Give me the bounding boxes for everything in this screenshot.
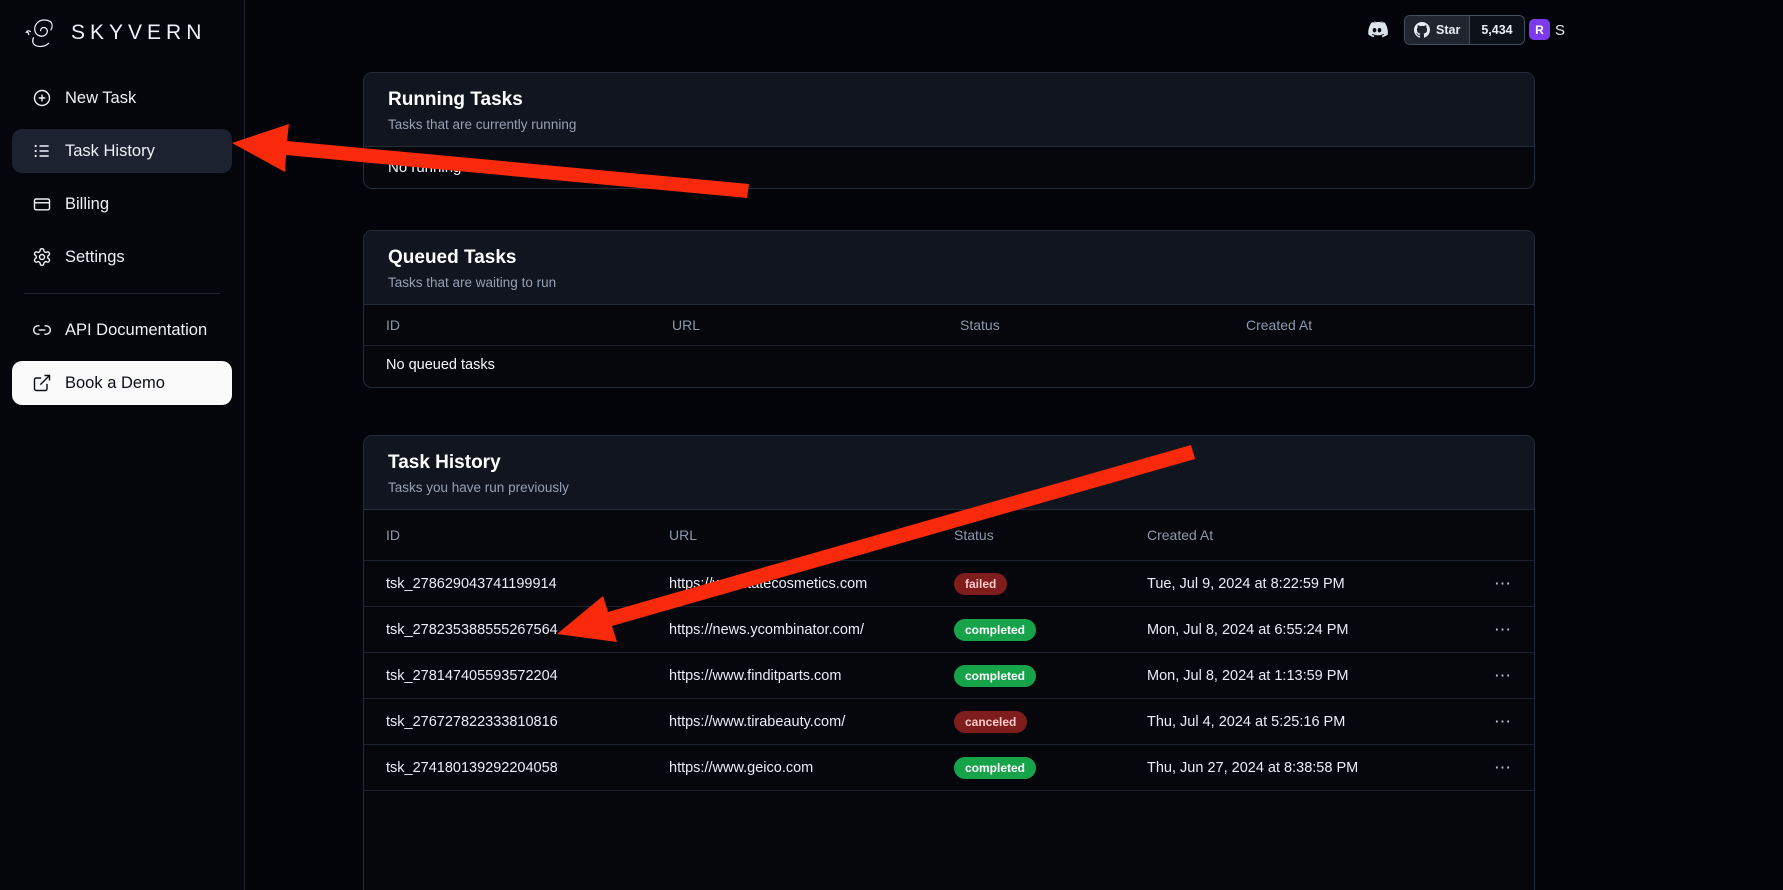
sidebar-item-label: API Documentation [65,321,207,340]
plus-circle-icon [32,88,52,108]
sidebar-item-api-documentation[interactable]: API Documentation [12,308,232,352]
github-icon [1414,22,1430,38]
queued-tasks-empty: No queued tasks [364,345,1534,387]
status-badge: completed [954,757,1036,779]
external-link-icon [32,373,52,393]
running-tasks-subtitle: Tasks that are currently running [388,117,1510,132]
row-actions-button[interactable]: ⋯ [1472,712,1512,732]
table-row[interactable]: tsk_278235388555267564 https://news.ycom… [364,606,1534,652]
task-history-card: Task History Tasks you have run previous… [363,435,1535,890]
task-url: https://news.ycombinator.com/ [669,622,954,638]
link-icon [32,320,52,340]
table-row[interactable]: tsk_278147405593572204 https://www.findi… [364,652,1534,698]
github-star-button[interactable]: Star 5,434 [1404,15,1525,45]
task-id: tsk_278629043741199914 [386,576,669,592]
user-avatar[interactable]: R [1529,19,1550,40]
column-header-url: URL [672,317,960,333]
running-tasks-title: Running Tasks [388,89,1510,111]
column-header-status: Status [960,317,1246,333]
skyvern-logo-icon [24,14,62,52]
task-created-at: Tue, Jul 9, 2024 at 8:22:59 PM [1147,576,1472,592]
row-actions-button[interactable]: ⋯ [1472,666,1512,686]
task-created-at: Mon, Jul 8, 2024 at 1:13:59 PM [1147,668,1472,684]
running-tasks-header: Running Tasks Tasks that are currently r… [364,73,1534,147]
task-id: tsk_276727822333810816 [386,714,669,730]
task-created-at: Thu, Jul 4, 2024 at 5:25:16 PM [1147,714,1472,730]
queued-tasks-header: Queued Tasks Tasks that are waiting to r… [364,231,1534,305]
task-history-header: Task History Tasks you have run previous… [364,436,1534,510]
brand-name: SKYVERN [71,21,206,45]
sidebar-item-task-history[interactable]: Task History [12,129,232,173]
task-url: https://www.tirabeauty.com/ [669,714,954,730]
github-star-label: Star [1436,23,1460,37]
sidebar-item-label: New Task [65,89,136,108]
sidebar-item-book-a-demo[interactable]: Book a Demo [12,361,232,405]
status-badge: canceled [954,711,1027,733]
queued-tasks-subtitle: Tasks that are waiting to run [388,275,1510,290]
sidebar-nav: New Task Task History Billing Settings [0,70,244,405]
table-row-partial [364,790,1534,890]
queued-tasks-title: Queued Tasks [388,247,1510,269]
sidebar-item-settings[interactable]: Settings [12,235,232,279]
sidebar-item-billing[interactable]: Billing [12,182,232,226]
column-header-id: ID [386,527,669,543]
queued-table-header: ID URL Status Created At [364,305,1534,345]
column-header-created-at: Created At [1246,317,1512,333]
github-star-count: 5,434 [1469,16,1523,44]
column-header-url: URL [669,527,954,543]
discord-icon [1363,17,1391,43]
status-badge: completed [954,619,1036,641]
table-row[interactable]: tsk_274180139292204058 https://www.geico… [364,744,1534,790]
queued-tasks-card: Queued Tasks Tasks that are waiting to r… [363,230,1535,388]
task-url: https://www.tatecosmetics.com [669,576,954,592]
table-row[interactable]: tsk_278629043741199914 https://www.tatec… [364,560,1534,606]
table-row[interactable]: tsk_276727822333810816 https://www.tirab… [364,698,1534,744]
sidebar-item-label: Settings [65,248,125,267]
sidebar: SKYVERN New Task Task History Billing [0,0,245,890]
github-star-left: Star [1405,16,1469,44]
status-badge: failed [954,573,1007,595]
user-name: S [1555,22,1565,39]
running-tasks-empty: No running tasks [364,147,1534,188]
running-tasks-card: Running Tasks Tasks that are currently r… [363,72,1535,189]
task-id: tsk_278235388555267564 [386,622,669,638]
task-url: https://www.finditparts.com [669,668,954,684]
column-header-created-at: Created At [1147,527,1472,543]
brand[interactable]: SKYVERN [0,0,244,70]
sidebar-item-label: Task History [65,142,155,161]
task-created-at: Thu, Jun 27, 2024 at 8:38:58 PM [1147,760,1472,776]
task-id: tsk_278147405593572204 [386,668,669,684]
history-table-header: ID URL Status Created At [364,510,1534,560]
discord-button[interactable] [1363,17,1391,43]
status-badge: completed [954,665,1036,687]
task-created-at: Mon, Jul 8, 2024 at 6:55:24 PM [1147,622,1472,638]
row-actions-button[interactable]: ⋯ [1472,758,1512,778]
task-history-subtitle: Tasks you have run previously [388,480,1510,495]
column-header-id: ID [386,317,672,333]
task-id: tsk_274180139292204058 [386,760,669,776]
sidebar-divider [24,293,220,294]
row-actions-button[interactable]: ⋯ [1472,574,1512,594]
credit-card-icon [32,194,52,214]
sidebar-item-label: Billing [65,195,109,214]
sidebar-item-label: Book a Demo [65,374,165,393]
task-url: https://www.geico.com [669,760,954,776]
gear-icon [32,247,52,267]
sidebar-item-new-task[interactable]: New Task [12,76,232,120]
task-history-title: Task History [388,452,1510,474]
column-header-status: Status [954,527,1147,543]
row-actions-button[interactable]: ⋯ [1472,620,1512,640]
list-icon [32,141,52,161]
